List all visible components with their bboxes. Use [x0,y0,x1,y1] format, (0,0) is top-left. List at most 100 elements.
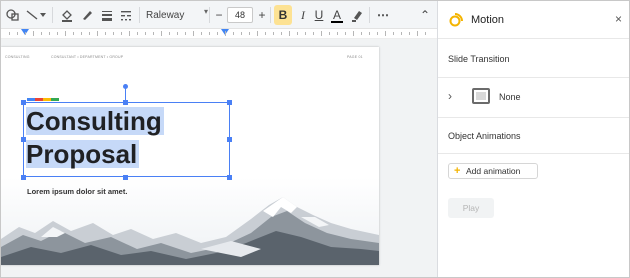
chevron-down-icon: ▾ [203,7,208,16]
plus-icon: + [454,165,461,177]
ruler-tick [257,31,258,36]
ruler-tick [401,32,402,35]
ruler-tick [97,31,98,36]
resize-handle-left[interactable] [21,137,26,142]
ruler-tick [193,31,194,36]
ruler-tick [177,32,178,35]
border-weight-icon[interactable] [99,6,115,24]
ruler-tick [241,32,242,35]
ruler-tick [305,32,306,35]
ruler-tick [297,32,298,35]
ruler-tick [217,32,218,35]
text-color-button[interactable]: A [329,5,345,25]
ruler-tick [89,32,90,35]
ruler-tick [121,32,122,35]
resize-handle-right[interactable] [227,137,232,142]
more-options-button[interactable]: ⋯ [374,5,392,25]
add-animation-button[interactable]: + Add animation [448,163,538,179]
ruler-tick [161,31,162,36]
ruler-tick [233,32,234,35]
toolbar-divider [139,7,140,23]
ruler-tick [41,32,42,35]
ruler-tick [145,32,146,35]
ruler-tick [313,32,314,35]
underline-button[interactable]: U [311,5,327,25]
ruler-tick [225,31,226,36]
ruler-tick [409,32,410,35]
border-dash-icon[interactable] [118,6,134,24]
close-icon[interactable]: × [615,12,622,26]
shape-icon[interactable] [5,6,21,24]
chevron-right-icon[interactable]: › [448,89,452,103]
increase-font-size-button[interactable]: + [255,6,269,24]
font-size-input[interactable]: 48 [227,7,253,23]
add-animation-label: Add animation [466,166,521,176]
ruler-tick [361,32,362,35]
ruler-tick [337,32,338,35]
decrease-font-size-button[interactable]: − [212,6,226,24]
ruler-tick [49,32,50,35]
border-color-icon[interactable] [79,6,95,24]
text-color-bar [331,21,343,23]
ruler-tick [33,31,34,36]
ruler-tick [425,32,426,35]
slide-header-mid: CONSULTANT • DEPARTMENT • GROUP [51,55,124,59]
ruler-tick [329,32,330,35]
ruler-tick [137,32,138,35]
transition-value: None [499,92,521,102]
ruler-tick [353,31,354,36]
ruler-tick [369,32,370,35]
transition-thumbnail-icon [472,88,490,104]
text-color-label: A [332,8,341,22]
ruler-tick [17,32,18,35]
toolbar-divider [52,7,53,23]
ruler [1,29,437,39]
app-window: Raleway ▾ − 48 + B I U A ⋯ ⌃ CONSULTING … [0,0,630,278]
resize-handle-bottom-right[interactable] [227,175,232,180]
ruler-tick [345,32,346,35]
ruler-tick [65,31,66,36]
resize-handle-top[interactable] [123,100,128,105]
accent-bar [27,98,59,101]
ruler-tick [249,32,250,35]
divider [438,77,629,78]
chevron-down-icon[interactable] [38,6,48,24]
font-name-label: Raleway [146,9,185,21]
resize-handle-top-left[interactable] [21,100,26,105]
ruler-tick [393,32,394,35]
ruler-tick [265,32,266,35]
slide[interactable]: CONSULTING CONSULTANT • DEPARTMENT • GRO… [1,47,379,265]
slide-subtitle[interactable]: Lorem ipsum dolor sit amet. [27,187,127,196]
ruler-tick [57,32,58,35]
toolbar: Raleway ▾ − 48 + B I U A ⋯ ⌃ [1,1,437,29]
resize-handle-bottom-left[interactable] [21,175,26,180]
ruler-tick [113,32,114,35]
ruler-tick [289,31,290,36]
italic-button[interactable]: I [295,5,311,25]
fill-color-icon[interactable] [59,6,75,24]
highlight-color-icon[interactable] [349,6,365,24]
resize-handle-bottom[interactable] [123,175,128,180]
resize-handle-top-right[interactable] [227,100,232,105]
ruler-tick [25,32,26,35]
panel-title: Motion [471,14,505,26]
bold-button[interactable]: B [274,5,292,25]
toolbar-divider [369,7,370,23]
object-animations-label: Object Animations [448,131,521,141]
transition-row[interactable]: › None [448,88,618,106]
rotate-handle[interactable] [123,84,128,89]
motion-icon [449,11,465,32]
panel-header: Motion × [438,1,629,39]
collapse-toolbar-button[interactable]: ⌃ [417,5,433,25]
toolbar-divider [209,7,210,23]
slide-header-right: PAGE 01 [347,55,363,59]
ruler-tick [281,32,282,35]
font-select[interactable]: Raleway ▾ [146,6,208,24]
play-button[interactable]: Play [448,198,494,218]
title-text-box[interactable] [23,102,230,177]
slide-canvas: CONSULTING CONSULTANT • DEPARTMENT • GRO… [1,39,437,277]
ruler-tick [129,31,130,36]
ruler-tick [377,32,378,35]
ruler-tick [153,32,154,35]
slide-header-left: CONSULTING [5,55,30,59]
